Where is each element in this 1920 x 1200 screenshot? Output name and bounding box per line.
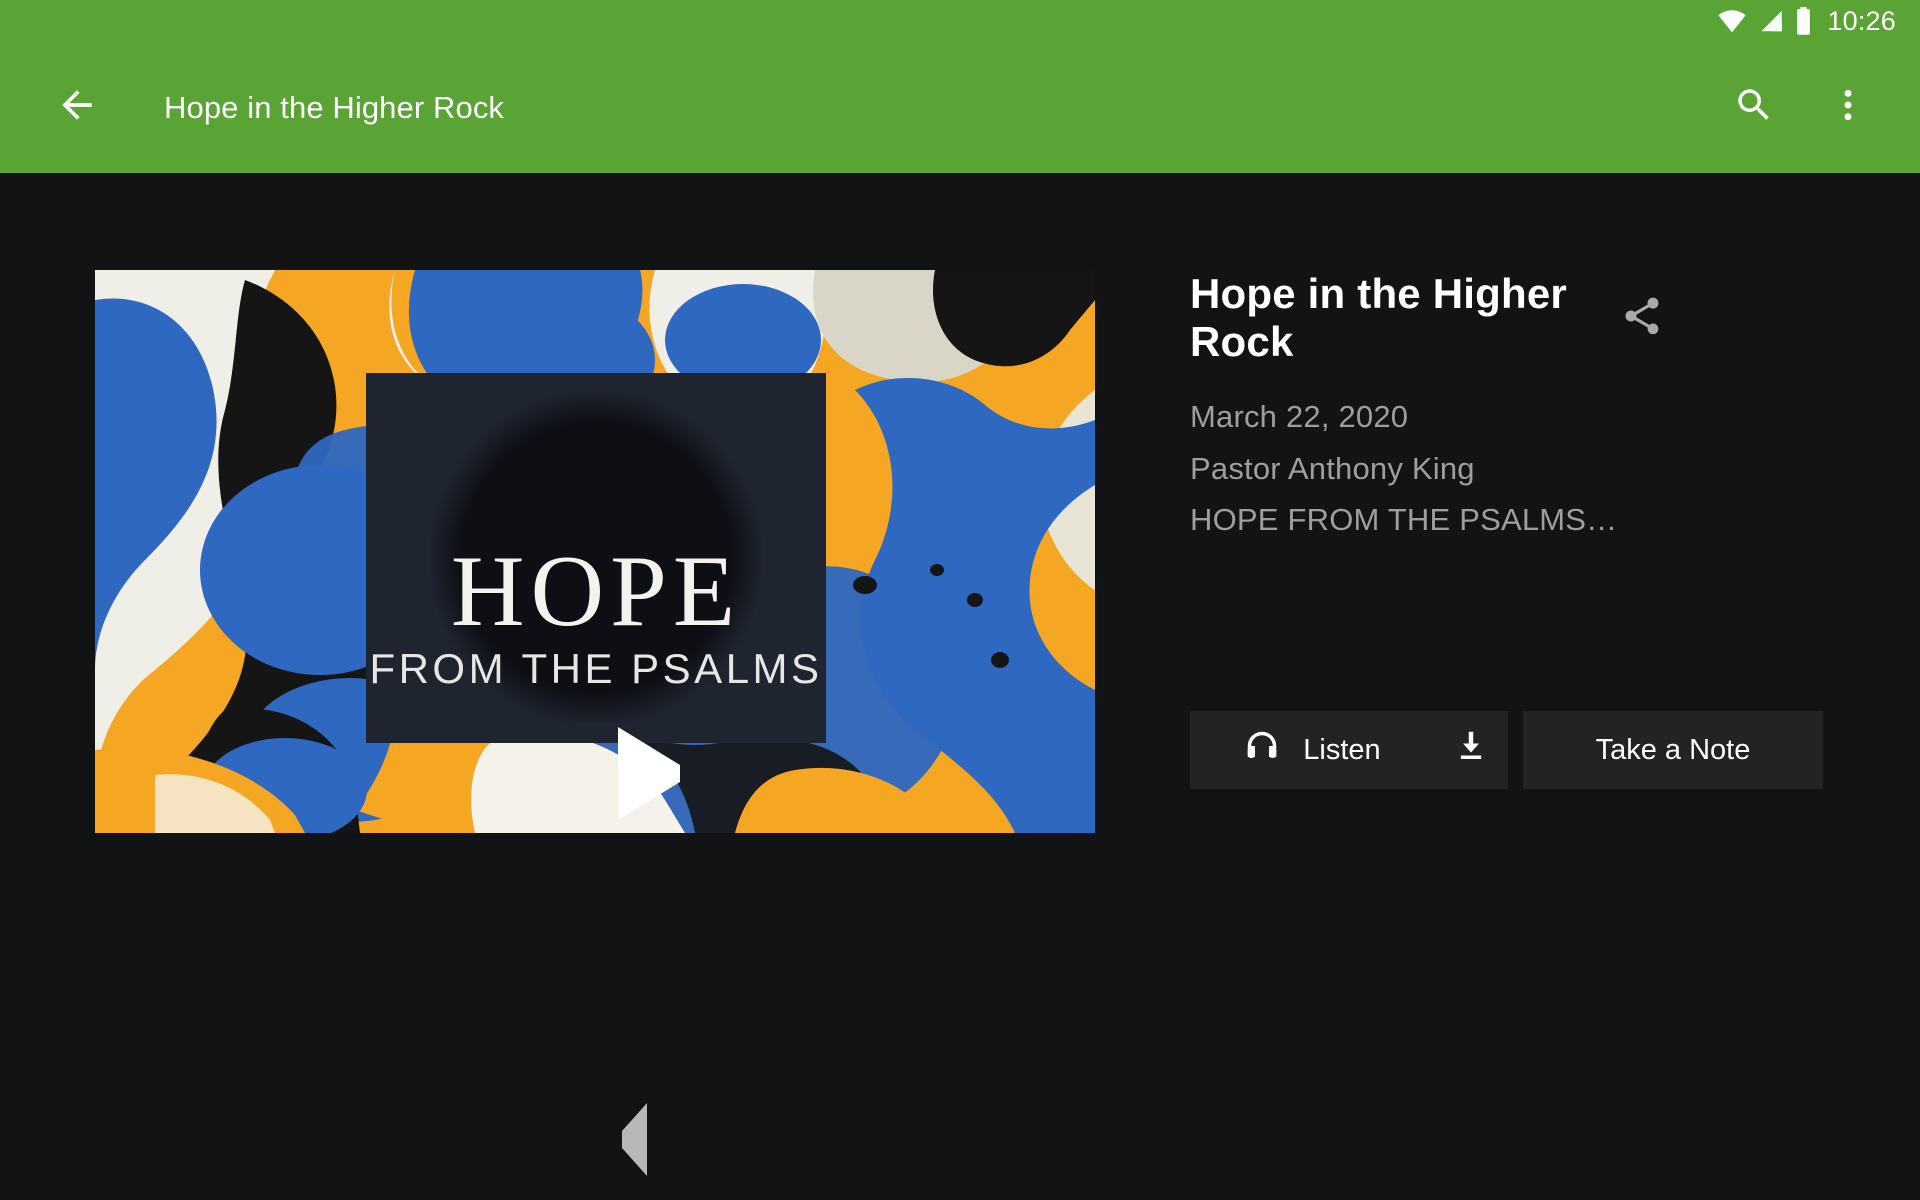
overflow-menu-button[interactable] bbox=[1812, 72, 1884, 144]
app-bar: Hope in the Higher Rock bbox=[0, 42, 1920, 173]
overlay-subtitle: FROM THE PSALMS bbox=[369, 645, 823, 692]
status-bar: 10:26 bbox=[0, 0, 1920, 42]
nav-home-button[interactable] bbox=[880, 1080, 1040, 1200]
listen-content: Listen bbox=[1190, 727, 1434, 773]
download-button[interactable] bbox=[1434, 727, 1508, 773]
sermon-metadata: March 22, 2020 Pastor Anthony King HOPE … bbox=[1190, 396, 1870, 542]
more-vert-icon bbox=[1828, 85, 1868, 130]
listen-label: Listen bbox=[1303, 733, 1381, 766]
play-icon bbox=[604, 727, 680, 820]
action-buttons: Listen Take a Note bbox=[1190, 711, 1823, 789]
nav-back-triangle-icon bbox=[621, 1103, 647, 1176]
take-a-note-button[interactable]: Take a Note bbox=[1523, 711, 1823, 789]
wifi-icon bbox=[1717, 9, 1747, 33]
sermon-series: HOPE FROM THE PSALMS… bbox=[1190, 502, 1618, 538]
download-icon bbox=[1452, 727, 1490, 773]
overlay-title: HOPE bbox=[450, 535, 742, 648]
nav-recents-button[interactable] bbox=[1206, 1080, 1366, 1200]
take-a-note-label: Take a Note bbox=[1595, 733, 1751, 766]
search-icon bbox=[1733, 84, 1775, 131]
screen-root: 10:26 Hope in the Higher Rock HOPE FROM … bbox=[0, 0, 1920, 1200]
nav-back-button[interactable] bbox=[554, 1080, 714, 1200]
video-thumbnail[interactable]: HOPE FROM THE PSALMS bbox=[95, 270, 1095, 833]
sermon-date: March 22, 2020 bbox=[1190, 398, 1409, 434]
page-title: Hope in the Higher Rock bbox=[164, 89, 505, 125]
sermon-detail-panel: Hope in the Higher Rock March 22, 2020 P… bbox=[1190, 270, 1870, 789]
detail-header: Hope in the Higher Rock bbox=[1190, 270, 1870, 366]
back-button[interactable] bbox=[38, 69, 116, 147]
arrow-back-icon bbox=[55, 83, 99, 132]
content-area: HOPE FROM THE PSALMS Hope in the Higher … bbox=[0, 173, 1920, 1200]
share-button[interactable] bbox=[1610, 286, 1674, 350]
listen-button[interactable]: Listen bbox=[1190, 711, 1508, 789]
headphones-icon bbox=[1243, 727, 1281, 773]
sermon-speaker: Pastor Anthony King bbox=[1190, 450, 1475, 486]
search-button[interactable] bbox=[1718, 72, 1790, 144]
status-bar-clock: 10:26 bbox=[1827, 5, 1896, 36]
android-nav-bar bbox=[0, 1080, 1920, 1200]
share-icon bbox=[1620, 294, 1664, 343]
sermon-title: Hope in the Higher Rock bbox=[1190, 270, 1567, 365]
battery-icon bbox=[1795, 7, 1812, 35]
play-button[interactable] bbox=[594, 727, 690, 820]
video-title-card: HOPE FROM THE PSALMS bbox=[366, 373, 826, 743]
cell-signal-icon bbox=[1757, 9, 1785, 33]
